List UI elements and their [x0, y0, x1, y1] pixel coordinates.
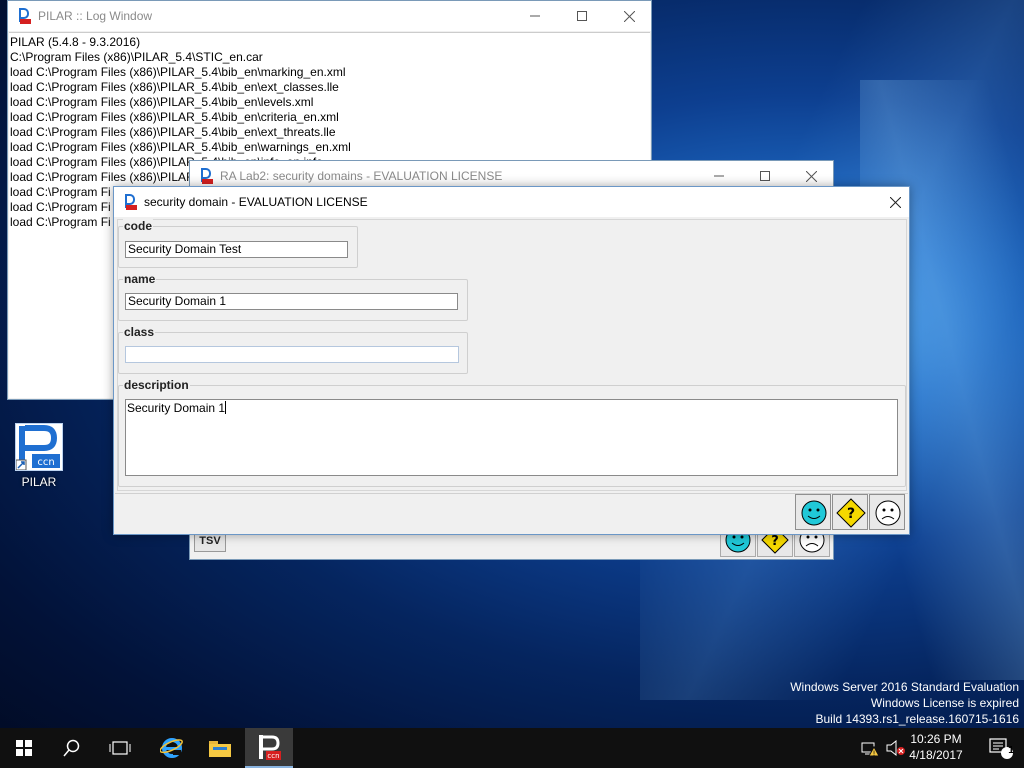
- task-view-icon: [109, 741, 131, 755]
- file-explorer-button[interactable]: [196, 728, 244, 768]
- pilar-taskbar-button[interactable]: ccn: [245, 728, 293, 768]
- class-input[interactable]: [125, 346, 459, 363]
- clock-time: 10:26 PM: [910, 732, 962, 746]
- maximize-icon: [577, 11, 587, 21]
- log-line: load C:\Program Files (x86)\PILAR_5.4\bi…: [10, 80, 339, 94]
- start-button[interactable]: [0, 728, 48, 768]
- minimize-icon: [530, 15, 540, 17]
- dialog-button-bar: [115, 493, 908, 534]
- maximize-icon: [760, 171, 770, 181]
- log-window-title: PILAR :: Log Window: [38, 9, 153, 23]
- svg-text:?: ?: [847, 506, 855, 522]
- watermark-line: Windows License is expired: [870, 696, 1019, 710]
- svg-text:ccn: ccn: [37, 457, 54, 468]
- minimize-button[interactable]: [512, 1, 558, 31]
- close-icon: [805, 170, 817, 182]
- code-label: code: [123, 219, 154, 233]
- close-icon: [623, 10, 635, 22]
- security-domain-dialog[interactable]: security domain - EVALUATION LICENSE cod…: [113, 186, 910, 535]
- smiley-icon: [801, 500, 827, 526]
- log-line: load C:\Program Files (x86)\PILAR_5.4\bi…: [10, 110, 339, 124]
- close-icon: [889, 196, 901, 208]
- clock-date: 4/18/2017: [909, 748, 963, 762]
- pilar-shortcut-icon: ccn: [15, 423, 63, 471]
- sad-face-icon: [875, 500, 901, 526]
- taskbar-clock[interactable]: 10:26 PM 4/18/2017: [906, 731, 966, 763]
- search-icon: [63, 739, 80, 757]
- code-input[interactable]: Security Domain Test: [125, 241, 348, 258]
- log-line: PILAR (5.4.8 - 9.3.2016): [10, 35, 141, 49]
- pilar-app-icon: [200, 168, 214, 184]
- class-label: class: [123, 325, 156, 339]
- watermark-line: Windows Server 2016 Standard Evaluation: [790, 680, 1019, 694]
- windows-watermark: Windows Server 2016 Standard Evaluation …: [790, 679, 1019, 727]
- description-textarea[interactable]: Security Domain 1: [125, 399, 898, 476]
- pilar-shortcut-label: PILAR: [21, 475, 57, 489]
- pilar-taskbar-icon: ccn: [259, 735, 281, 760]
- cancel-button[interactable]: [869, 494, 905, 530]
- help-icon: ?: [836, 498, 866, 528]
- pilar-app-icon: [124, 194, 138, 210]
- ra-window-title: RA Lab2: security domains - EVALUATION L…: [220, 169, 503, 183]
- minimize-icon: [714, 175, 724, 177]
- watermark-line: Build 14393.rs1_release.160715-1616: [815, 712, 1020, 726]
- network-tray-button[interactable]: !: [858, 728, 882, 768]
- log-line: load C:\Program Files (x86)\PILAR_5.4\bi…: [10, 125, 336, 139]
- pilar-desktop-shortcut[interactable]: ccn PILAR: [13, 423, 65, 489]
- svg-text:?: ?: [771, 534, 779, 549]
- description-label: description: [123, 378, 190, 392]
- log-line: load C:\Program Files (x86)\PILAR_5.4\bi…: [10, 140, 351, 154]
- taskbar: ccn ! 10:26 PM 4/18/2017 1: [0, 728, 1024, 768]
- internet-explorer-icon: [160, 738, 183, 758]
- action-center-button[interactable]: 1: [976, 728, 1024, 768]
- search-button[interactable]: [48, 728, 96, 768]
- task-view-button[interactable]: [96, 728, 144, 768]
- network-warning-icon: !: [861, 742, 879, 757]
- close-button[interactable]: [606, 1, 652, 31]
- volume-muted-icon: [886, 740, 905, 756]
- maximize-button[interactable]: [559, 1, 605, 31]
- description-text: Security Domain 1: [127, 401, 226, 415]
- help-button[interactable]: ?: [832, 494, 868, 530]
- log-line: C:\Program Files (x86)\PILAR_5.4\STIC_en…: [10, 50, 263, 64]
- volume-tray-button[interactable]: [884, 728, 908, 768]
- ok-button[interactable]: [795, 494, 831, 530]
- close-button[interactable]: [872, 187, 918, 217]
- log-window-titlebar[interactable]: PILAR :: Log Window: [8, 1, 651, 31]
- dialog-title: security domain - EVALUATION LICENSE: [144, 195, 368, 209]
- dialog-titlebar[interactable]: security domain - EVALUATION LICENSE: [114, 187, 909, 217]
- name-label: name: [123, 272, 157, 286]
- windows-logo-icon: [16, 740, 32, 756]
- internet-explorer-button[interactable]: [148, 728, 196, 768]
- log-line: load C:\Program Files (x86)\PILAR_5.4\bi…: [10, 95, 314, 109]
- folder-icon: [209, 741, 231, 757]
- pilar-app-icon: [18, 8, 32, 24]
- log-line: load C:\Program Files (x86)\PILAR_5.4\bi…: [10, 65, 346, 79]
- name-input[interactable]: Security Domain 1: [125, 293, 458, 310]
- text-caret: [225, 401, 227, 414]
- svg-text:!: !: [873, 750, 876, 757]
- notification-count: 1: [1008, 745, 1014, 756]
- svg-text:ccn: ccn: [267, 752, 279, 760]
